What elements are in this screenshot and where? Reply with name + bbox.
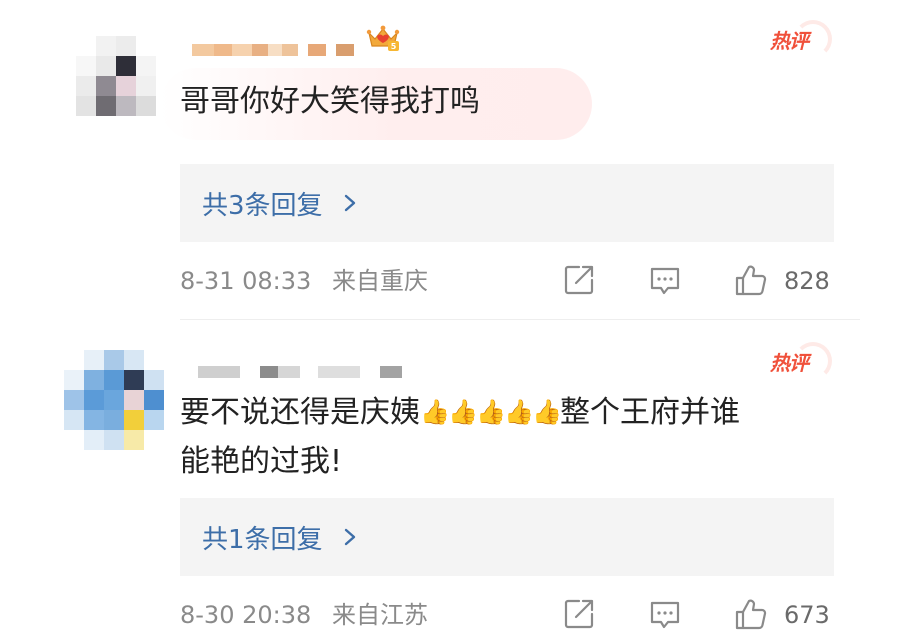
like-count: 673 (784, 601, 830, 629)
username[interactable] (192, 44, 354, 56)
username[interactable] (198, 366, 402, 378)
comment-text: 要不说还得是庆姨👍👍👍👍👍整个王府并谁 (180, 384, 740, 441)
comment-icon[interactable] (648, 263, 682, 297)
chevron-right-icon (344, 194, 355, 212)
avatar[interactable] (64, 350, 164, 450)
reply-count-label: 共1条回复 (202, 524, 323, 555)
comment-card: 热评 要不说还得是庆姨👍👍👍👍👍整个王府并谁 能艳的过我! 共1条回复 8-30… (0, 320, 900, 639)
svg-text:5: 5 (391, 42, 397, 51)
avatar[interactable] (76, 36, 156, 116)
like-count: 828 (784, 267, 830, 295)
view-replies-button[interactable]: 共3条回复 (180, 164, 834, 242)
comment-meta: 8-31 08:33 来自重庆 828 (180, 263, 834, 299)
comment-text: 哥哥你好大笑得我打鸣 (180, 84, 480, 119)
comment-meta: 8-30 20:38 来自江苏 673 (180, 597, 834, 633)
comment-icon[interactable] (648, 597, 682, 631)
thumbs-up-emoji: 👍 (504, 398, 534, 426)
like-thumbs-up-icon[interactable] (734, 263, 768, 297)
share-icon[interactable] (562, 597, 596, 631)
thumbs-up-emoji: 👍 (420, 398, 450, 426)
view-replies-button[interactable]: 共1条回复 (180, 498, 834, 576)
crown-level-badge-icon: 5 (366, 25, 400, 51)
hot-comment-tag: 热评 (770, 342, 836, 380)
reply-count-label: 共3条回复 (202, 190, 323, 221)
hot-flare-icon (794, 20, 832, 58)
location: 来自江苏 (332, 601, 428, 629)
share-icon[interactable] (562, 263, 596, 297)
timestamp: 8-31 08:33 (180, 267, 312, 295)
location: 来自重庆 (332, 267, 428, 295)
comment-card: 5 热评 哥哥你好大笑得我打鸣 共3条回复 8-31 08:33 来自重庆 82… (0, 0, 900, 320)
thumbs-up-emoji-group: 👍👍👍👍👍 (420, 395, 562, 430)
chevron-right-icon (344, 528, 355, 546)
hot-comment-tag: 热评 (770, 20, 836, 58)
thumbs-up-emoji: 👍 (532, 398, 562, 426)
thumbs-up-emoji: 👍 (476, 398, 506, 426)
timestamp: 8-30 20:38 (180, 601, 312, 629)
hot-flare-icon (794, 342, 832, 380)
like-thumbs-up-icon[interactable] (734, 597, 768, 631)
thumbs-up-emoji: 👍 (448, 398, 478, 426)
comment-text-line-2: 能艳的过我! (180, 444, 343, 479)
